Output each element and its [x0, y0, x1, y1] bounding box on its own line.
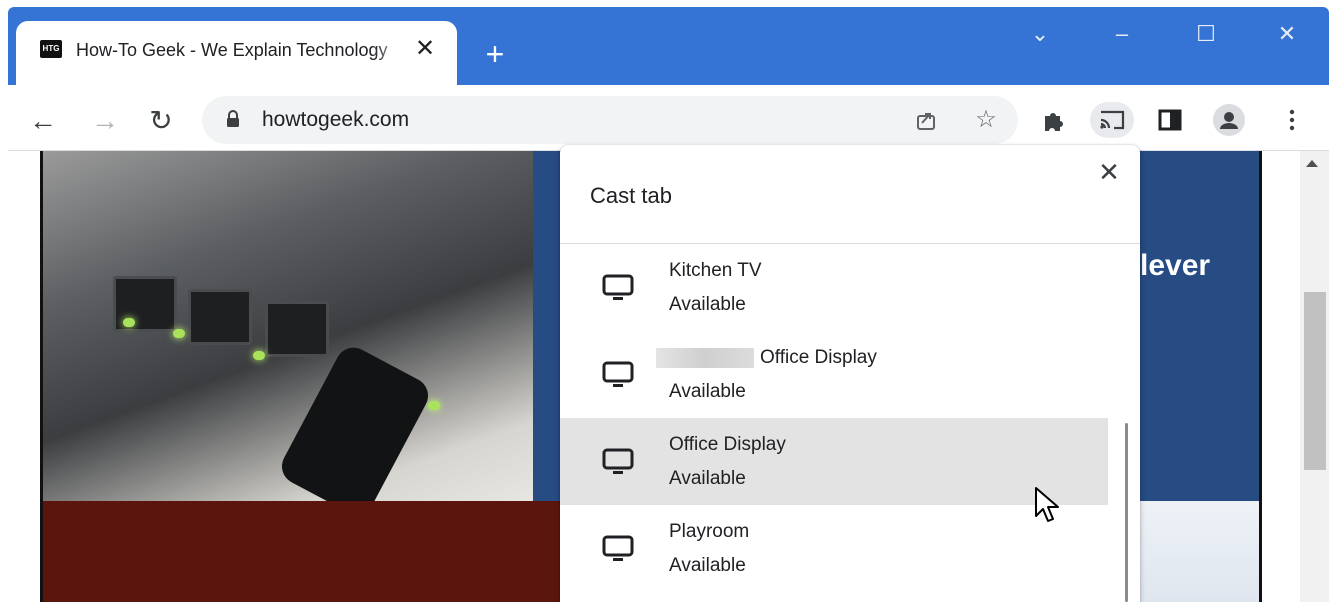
- article-headline[interactable]: lever: [1140, 246, 1210, 286]
- cast-sink-item[interactable]: Office Display Available: [560, 418, 1108, 505]
- tab-search-icon[interactable]: ⌄: [1020, 16, 1060, 52]
- tab-title: How-To Geek - We Explain Technology: [76, 40, 388, 60]
- new-tab-button[interactable]: +: [480, 38, 510, 70]
- mouse-cursor-icon: [1035, 487, 1059, 522]
- browser-tab[interactable]: HTG How-To Geek - We Explain Technology …: [16, 21, 457, 86]
- sink-name-row: Office Display: [656, 345, 877, 371]
- page-accent-panel: [533, 151, 563, 501]
- scroll-up-arrow-icon[interactable]: [1306, 160, 1318, 167]
- tv-icon: [602, 361, 634, 387]
- sink-status: Available: [669, 468, 746, 489]
- ethernet-port: [188, 289, 252, 345]
- star-icon[interactable]: ☆: [970, 104, 1002, 136]
- url-text[interactable]: howtogeek.com: [262, 106, 409, 134]
- menu-icon[interactable]: [1274, 102, 1310, 138]
- lock-icon[interactable]: [226, 110, 240, 128]
- tab-title-fade: [374, 33, 408, 65]
- puzzle-icon[interactable]: [1036, 102, 1072, 138]
- tv-icon: [602, 448, 634, 474]
- cast-sink-item[interactable]: Kitchen TV Available: [560, 244, 1108, 331]
- cast-dialog: Cast tab ✕ Kitchen TV Available Office D…: [560, 145, 1140, 602]
- cast-dialog-close-icon[interactable]: ✕: [1096, 159, 1122, 185]
- reload-icon[interactable]: ↻: [144, 104, 178, 138]
- article-banner: [1138, 151, 1259, 501]
- ethernet-port: [265, 301, 329, 357]
- status-led: [173, 329, 185, 338]
- profile-icon[interactable]: [1213, 104, 1245, 136]
- cast-dialog-scrollbar[interactable]: [1108, 244, 1140, 602]
- avatar-silhouette-icon: [1220, 112, 1238, 129]
- maximize-icon[interactable]: ☐: [1186, 16, 1226, 52]
- sink-status: Available: [669, 555, 746, 576]
- side-panel-icon[interactable]: [1152, 102, 1188, 138]
- page-scrollbar-thumb[interactable]: [1304, 292, 1326, 470]
- cast-sink-item[interactable]: Office Display Available: [560, 331, 1108, 418]
- window-close-icon[interactable]: ✕: [1267, 16, 1307, 52]
- sink-name: Office Display: [760, 347, 877, 368]
- page-border: [1259, 151, 1262, 602]
- cast-sink-item[interactable]: Playroom Available: [560, 505, 1108, 592]
- page-light-panel: [1138, 501, 1259, 602]
- site-favicon: HTG: [40, 40, 62, 58]
- forward-icon[interactable]: →: [88, 104, 122, 138]
- status-led: [123, 318, 135, 327]
- sink-name: Kitchen TV: [669, 260, 762, 281]
- tab-close-icon[interactable]: ✕: [412, 36, 438, 62]
- ethernet-cable: [275, 341, 435, 501]
- cast-sink-list: Kitchen TV Available Office Display Avai…: [560, 244, 1108, 602]
- cast-icon[interactable]: [1090, 102, 1134, 138]
- hero-image: [43, 151, 533, 501]
- cast-dialog-title: Cast tab: [590, 183, 672, 208]
- redacted-block: [656, 347, 754, 368]
- sink-status: Available: [669, 381, 746, 402]
- sink-status: Available: [669, 294, 746, 315]
- page-accent-band: [43, 501, 560, 602]
- status-led: [428, 401, 440, 410]
- tv-icon: [602, 274, 634, 300]
- sink-name: Playroom: [669, 521, 750, 542]
- back-icon[interactable]: ←: [26, 104, 60, 138]
- status-led: [253, 351, 265, 360]
- tv-icon: [602, 535, 634, 561]
- minimize-icon[interactable]: –: [1102, 16, 1142, 52]
- share-icon[interactable]: [910, 104, 942, 136]
- cast-dialog-scrollbar-thumb[interactable]: [1125, 423, 1128, 602]
- sink-name: Office Display: [669, 434, 786, 455]
